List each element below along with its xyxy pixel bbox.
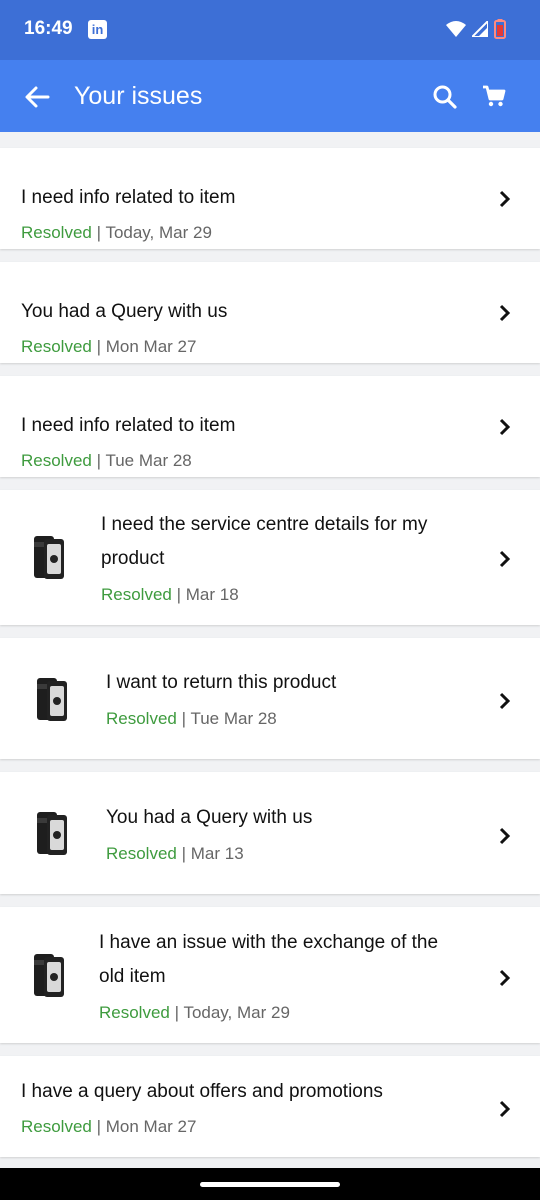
search-icon[interactable] — [432, 84, 458, 110]
status-badge: Resolved — [106, 844, 177, 863]
issue-meta: Resolved | Today, Mar 29 — [99, 1003, 290, 1023]
home-gesture-handle[interactable] — [200, 1182, 340, 1187]
issue-date: | Tue Mar 28 — [181, 709, 277, 728]
issue-card[interactable]: I want to return this product Resolved |… — [0, 638, 540, 759]
issue-title: You had a Query with us — [106, 807, 313, 828]
chevron-right-icon — [499, 1100, 511, 1118]
issue-card[interactable]: I need info related to item Resolved | T… — [0, 148, 540, 249]
signal-icon — [472, 21, 488, 37]
issue-meta: Resolved | Today, Mar 29 — [21, 223, 212, 243]
issue-date: | Mon Mar 27 — [96, 337, 197, 356]
issue-card[interactable]: I need info related to item Resolved | T… — [0, 376, 540, 477]
issue-card[interactable]: I need the service centre details for my… — [0, 490, 540, 625]
issue-date: | Mar 18 — [176, 585, 239, 604]
app-bar: Your issues — [0, 60, 540, 132]
issue-meta: Resolved | Mon Mar 27 — [21, 1117, 196, 1137]
status-badge: Resolved — [21, 223, 92, 242]
status-badge: Resolved — [21, 1117, 92, 1136]
phone-thumbnail-icon — [37, 812, 67, 855]
chevron-right-icon — [499, 550, 511, 568]
issue-meta: Resolved | Mar 18 — [101, 585, 239, 605]
arrow-back-icon[interactable] — [22, 82, 52, 112]
linkedin-icon: in — [88, 20, 107, 39]
issue-date: | Today, Mar 29 — [96, 223, 212, 242]
status-badge: Resolved — [21, 337, 92, 356]
status-bar: 16:49 in — [0, 0, 540, 60]
issue-date: | Tue Mar 28 — [96, 451, 192, 470]
status-badge: Resolved — [21, 451, 92, 470]
phone-thumbnail-icon — [34, 536, 64, 579]
issue-title: I want to return this product — [106, 672, 337, 693]
system-nav-bar — [0, 1168, 540, 1200]
issue-date: | Mar 13 — [181, 844, 244, 863]
phone-thumbnail-icon — [34, 954, 64, 997]
status-badge: Resolved — [99, 1003, 170, 1022]
wifi-icon — [446, 21, 466, 37]
status-badge: Resolved — [106, 709, 177, 728]
status-time: 16:49 — [24, 18, 73, 39]
chevron-right-icon — [499, 827, 511, 845]
issue-meta: Resolved | Tue Mar 28 — [21, 451, 192, 471]
issue-title-line2: product — [101, 548, 165, 569]
battery-icon — [494, 19, 506, 39]
issue-meta: Resolved | Mon Mar 27 — [21, 337, 196, 357]
status-badge: Resolved — [101, 585, 172, 604]
issue-title-line2: old item — [99, 966, 166, 987]
issue-meta: Resolved | Tue Mar 28 — [106, 709, 277, 729]
issue-title-line1: I need the service centre details for my — [101, 514, 428, 535]
issue-card[interactable]: You had a Query with us Resolved | Mon M… — [0, 262, 540, 363]
chevron-right-icon — [499, 190, 511, 208]
chevron-right-icon — [499, 969, 511, 987]
issue-card[interactable]: You had a Query with us Resolved | Mar 1… — [0, 772, 540, 894]
cart-icon[interactable] — [481, 83, 507, 109]
chevron-right-icon — [499, 304, 511, 322]
issue-date: | Mon Mar 27 — [96, 1117, 197, 1136]
issue-meta: Resolved | Mar 13 — [106, 844, 244, 864]
page-title: Your issues — [74, 82, 203, 110]
status-icons — [446, 19, 506, 39]
issue-title: I need info related to item — [21, 187, 236, 208]
issue-title: I need info related to item — [21, 415, 236, 436]
issue-title-line1: I have an issue with the exchange of the — [99, 932, 439, 953]
issue-card[interactable]: I have an issue with the exchange of the… — [0, 907, 540, 1043]
issue-date: | Today, Mar 29 — [174, 1003, 290, 1022]
issue-title: You had a Query with us — [21, 301, 228, 322]
issue-title: I have a query about offers and promotio… — [21, 1081, 383, 1102]
chevron-right-icon — [499, 692, 511, 710]
chevron-right-icon — [499, 418, 511, 436]
phone-thumbnail-icon — [37, 678, 67, 721]
issue-card[interactable]: I have a query about offers and promotio… — [0, 1056, 540, 1157]
